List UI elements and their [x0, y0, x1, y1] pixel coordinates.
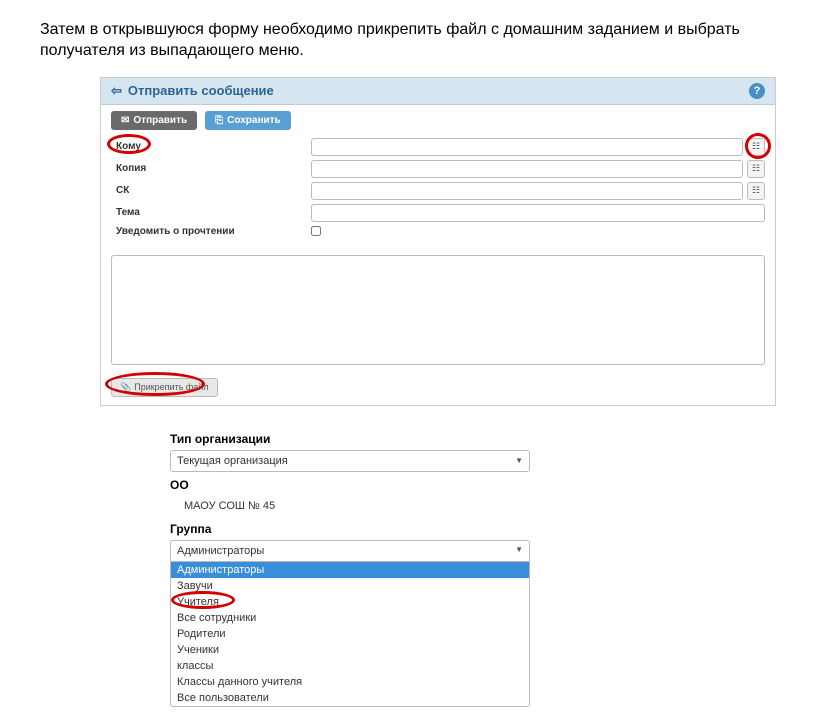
- to-label: Кому: [111, 141, 311, 152]
- group-option[interactable]: Завучи: [171, 578, 529, 594]
- bcc-input[interactable]: [311, 182, 743, 200]
- chevron-down-icon: ▼: [515, 545, 523, 557]
- oo-label: ОО: [170, 478, 630, 492]
- send-button-label: Отправить: [133, 115, 187, 126]
- copy-input[interactable]: [311, 160, 743, 178]
- back-arrow-icon[interactable]: ⇦: [111, 83, 122, 99]
- save-button-label: Сохранить: [227, 115, 281, 126]
- group-selected-row[interactable]: Администраторы ▼: [171, 541, 529, 562]
- to-picker-button[interactable]: ☷: [747, 138, 765, 156]
- save-icon: ⎘: [215, 115, 223, 126]
- compose-toolbar: ✉ Отправить ⎘ Сохранить: [101, 105, 775, 136]
- subject-label: Тема: [111, 207, 311, 218]
- org-type-select[interactable]: Текущая организация ▼: [170, 450, 530, 472]
- to-input[interactable]: [311, 138, 743, 156]
- compose-title: Отправить сообщение: [128, 83, 274, 98]
- group-option[interactable]: Классы данного учителя: [171, 674, 529, 690]
- group-option[interactable]: Администраторы: [171, 562, 529, 578]
- copy-picker-button[interactable]: ☷: [747, 160, 765, 178]
- copy-label: Копия: [111, 163, 311, 174]
- compose-form: Кому ☷ Копия ☷ СК ☷ Тема: [101, 136, 775, 251]
- group-option[interactable]: классы: [171, 658, 529, 674]
- to-row: Кому ☷: [111, 138, 765, 156]
- group-select-open[interactable]: Администраторы ▼ Администраторы Завучи У…: [170, 540, 530, 707]
- recipient-picker-panel: Тип организации Текущая организация ▼ ОО…: [165, 421, 635, 712]
- read-receipt-checkbox[interactable]: [311, 226, 321, 236]
- subject-row: Тема: [111, 204, 765, 222]
- help-icon[interactable]: ?: [749, 83, 765, 99]
- group-option[interactable]: Все пользователи: [171, 690, 529, 706]
- group-option[interactable]: Родители: [171, 626, 529, 642]
- org-type-value: Текущая организация: [177, 455, 288, 467]
- attach-file-label: Прикрепить файл: [134, 382, 208, 392]
- attach-file-button[interactable]: 📎 Прикрепить файл: [111, 378, 218, 397]
- compose-panel: ⇦ Отправить сообщение ? ✉ Отправить ⎘ Со…: [100, 77, 776, 406]
- bcc-label: СК: [111, 185, 311, 196]
- read-receipt-row: Уведомить о прочтении: [111, 226, 765, 237]
- subject-input[interactable]: [311, 204, 765, 222]
- chevron-down-icon: ▼: [515, 456, 523, 465]
- instruction-text: Затем в открывшуюся форму необходимо при…: [0, 0, 816, 72]
- group-dropdown-list: Администраторы Завучи Учителя Все сотруд…: [171, 562, 529, 706]
- group-option[interactable]: Все сотрудники: [171, 610, 529, 626]
- paperclip-icon: 📎: [120, 382, 131, 393]
- compose-header: ⇦ Отправить сообщение ?: [101, 78, 775, 105]
- org-type-label: Тип организации: [170, 432, 630, 446]
- group-label: Группа: [170, 522, 630, 536]
- attach-row: 📎 Прикрепить файл: [101, 369, 775, 405]
- oo-value: МАОУ СОШ № 45: [170, 496, 630, 516]
- message-body[interactable]: [111, 255, 765, 365]
- read-receipt-label: Уведомить о прочтении: [111, 226, 311, 237]
- send-button[interactable]: ✉ Отправить: [111, 111, 197, 130]
- group-option[interactable]: Учителя: [171, 594, 529, 610]
- bcc-row: СК ☷: [111, 182, 765, 200]
- group-option[interactable]: Ученики: [171, 642, 529, 658]
- group-selected-value: Администраторы: [177, 545, 264, 557]
- copy-row: Копия ☷: [111, 160, 765, 178]
- save-button[interactable]: ⎘ Сохранить: [205, 111, 291, 130]
- mail-icon: ✉: [121, 115, 129, 126]
- bcc-picker-button[interactable]: ☷: [747, 182, 765, 200]
